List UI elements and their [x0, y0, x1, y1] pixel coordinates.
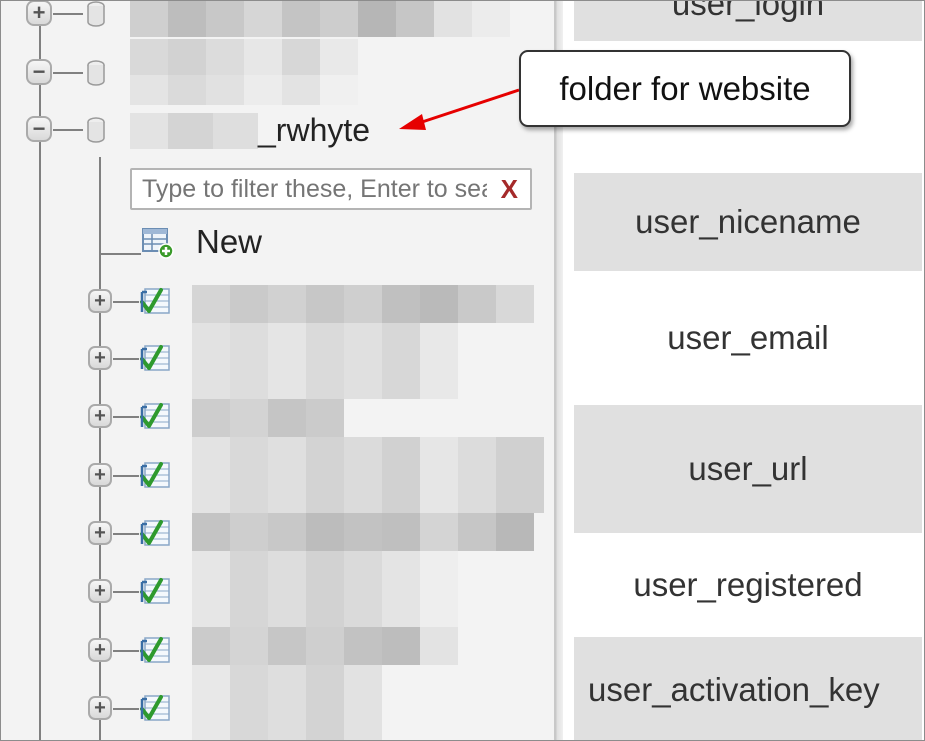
- table-name-redacted[interactable]: [192, 513, 534, 551]
- new-table-link[interactable]: New: [196, 223, 262, 261]
- table-filter-input[interactable]: [142, 174, 487, 204]
- tree-line: [113, 358, 139, 360]
- navigation-tree: + − − _rwhyte Type to filter these, Ente…: [1, 1, 554, 740]
- expand-icon[interactable]: +: [88, 404, 112, 428]
- table-filter-box: X: [130, 168, 532, 210]
- tree-line: [39, 1, 41, 740]
- tree-line: [99, 253, 141, 255]
- clear-filter-icon[interactable]: X: [501, 174, 518, 205]
- database-name-suffix[interactable]: _rwhyte: [258, 112, 370, 149]
- database-name-redacted: [130, 39, 358, 75]
- expand-icon[interactable]: +: [88, 289, 112, 313]
- table-name-redacted[interactable]: [192, 285, 534, 323]
- table-name-redacted[interactable]: [192, 627, 458, 665]
- new-table-icon[interactable]: [141, 227, 175, 259]
- tree-line: [53, 72, 83, 74]
- database-icon: [87, 1, 105, 27]
- expand-icon[interactable]: +: [88, 346, 112, 370]
- table-structure-icon[interactable]: [139, 460, 173, 492]
- table-structure-icon[interactable]: [139, 635, 173, 667]
- annotation-callout: folder for website: [519, 50, 851, 127]
- expand-icon[interactable]: +: [26, 1, 52, 26]
- expand-icon[interactable]: +: [88, 638, 112, 662]
- column-name-cell: user_registered: [633, 566, 863, 603]
- database-icon: [87, 60, 105, 86]
- tree-line: [113, 650, 139, 652]
- database-name-redacted: [130, 113, 258, 149]
- database-name-redacted: [130, 75, 358, 105]
- table-structure-icon[interactable]: [139, 693, 173, 725]
- expand-icon[interactable]: +: [88, 696, 112, 720]
- database-name-redacted: [130, 1, 510, 37]
- expand-icon[interactable]: +: [88, 463, 112, 487]
- tree-line: [53, 13, 83, 15]
- collapse-icon[interactable]: −: [26, 116, 52, 142]
- table-name-redacted[interactable]: [192, 437, 544, 513]
- tree-line: [113, 591, 139, 593]
- tree-line: [113, 708, 139, 710]
- tree-line: [113, 533, 139, 535]
- table-structure-icon[interactable]: [139, 401, 173, 433]
- table-name-redacted[interactable]: [192, 323, 458, 399]
- column-name-cell: user_nicename: [574, 173, 922, 271]
- table-structure-icon[interactable]: [139, 518, 173, 550]
- table-name-redacted[interactable]: [192, 665, 382, 740]
- column-name-cell: user_login: [574, 1, 922, 41]
- table-structure-icon[interactable]: [139, 576, 173, 608]
- expand-icon[interactable]: +: [88, 579, 112, 603]
- tree-line: [113, 416, 139, 418]
- column-name-cell: user_activation_key: [574, 637, 922, 740]
- tree-line: [113, 475, 139, 477]
- column-name-cell: user_url: [574, 405, 922, 533]
- table-structure-icon[interactable]: [139, 286, 173, 318]
- database-icon: [87, 117, 105, 143]
- screenshot-frame: + − − _rwhyte Type to filter these, Ente…: [0, 0, 925, 741]
- table-name-redacted[interactable]: [192, 399, 344, 437]
- tree-line: [53, 129, 83, 131]
- column-name-cell: user_email: [667, 319, 829, 356]
- table-name-redacted[interactable]: [192, 551, 458, 627]
- expand-icon[interactable]: +: [88, 521, 112, 545]
- collapse-icon[interactable]: −: [26, 59, 52, 85]
- table-structure-icon[interactable]: [139, 343, 173, 375]
- tree-line: [113, 301, 139, 303]
